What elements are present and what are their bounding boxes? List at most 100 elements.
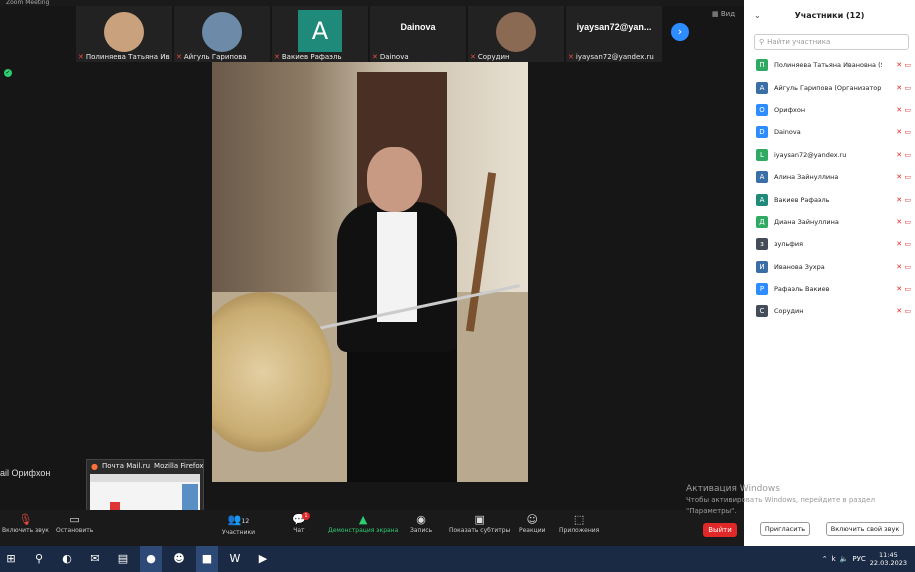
view-label: Вид <box>720 10 736 18</box>
leave-button[interactable]: Выйти <box>703 523 737 537</box>
zoom-icon[interactable]: ■ <box>196 546 218 572</box>
record-label: Запись <box>410 527 433 534</box>
windows-activation-watermark: Активация Windows Чтобы активировать Win… <box>686 484 875 517</box>
avatar: П <box>756 59 768 72</box>
participant-row[interactable]: A Айгуль Гарипова (Организатор) ✕ ▭ <box>744 76 915 98</box>
avatar: И <box>756 260 768 273</box>
mic-off-icon: ✕ <box>470 53 476 61</box>
participant-row[interactable]: О Орифхон ✕ ▭ <box>744 99 915 121</box>
participant-name: зульфия <box>774 240 803 249</box>
mail-icon[interactable]: ✉ <box>84 546 106 572</box>
participant-row[interactable]: Р Рафаэль Вакиев ✕ ▭ <box>744 278 915 300</box>
participant-row[interactable]: A Алина Зайнуллина ✕ ▭ <box>744 166 915 188</box>
participant-row[interactable]: Liyaysan72@yandex.ru ✕ ▭ <box>744 144 915 166</box>
captions-icon: ▣ <box>474 513 485 526</box>
mic-off-icon: ✕ ▭ <box>896 150 911 159</box>
record-icon: ◉ <box>416 513 426 526</box>
panel-title: Участники (12) <box>794 11 865 20</box>
next-page-icon[interactable]: › <box>671 23 689 41</box>
avatar: С <box>756 305 768 318</box>
search-input[interactable]: ⚲ Найти участника <box>754 34 909 50</box>
main-video <box>212 62 528 482</box>
participant-name: Вакиев Рафаэль <box>774 195 830 204</box>
clock[interactable]: 11:45 22.03.2023 <box>870 551 907 567</box>
participants-button[interactable]: 👥12 Участники <box>222 513 255 536</box>
avatar: D <box>756 126 768 139</box>
smile-icon: ☺ <box>526 513 538 526</box>
mic-off-icon: ✕ <box>274 53 280 61</box>
video-app-icon[interactable]: ▶ <box>252 546 274 572</box>
folder-icon[interactable]: ▤ <box>112 546 134 572</box>
participant-row[interactable]: з зульфия ✕ ▭ <box>744 233 915 255</box>
preview-red-block <box>110 502 120 510</box>
word-icon[interactable]: W <box>224 546 246 572</box>
tray-chevron-icon[interactable]: ⌃ <box>822 555 828 563</box>
mute-button[interactable]: 🎙 Включить звук <box>2 513 49 534</box>
stop-video-button[interactable]: ▭ Остановить <box>56 513 93 534</box>
search-icon[interactable]: ⚲ <box>28 546 50 572</box>
thumbnail-5[interactable]: iyaysan72@yan... ✕ iyaysan72@yandex.ru <box>566 6 662 62</box>
participants-panel: ⌄ Участники (12) ⚲ Найти участника П Полиня… <box>744 0 915 546</box>
mute-label: Включить звук <box>2 527 49 534</box>
participant-name: Dainova <box>774 128 801 137</box>
mic-off-icon: ✕ ▭ <box>896 128 911 137</box>
participant-video <box>104 12 144 52</box>
participant-row[interactable]: D Dainova ✕ ▭ <box>744 121 915 143</box>
avatar: A <box>298 10 342 52</box>
thumbnail-strip: ✕Полиняева Татьяна Ивано... ✕Айгуль Гари… <box>76 6 666 62</box>
mic-off-icon: ✕ ▭ <box>896 83 911 92</box>
security-shield-icon[interactable]: ✓ <box>4 69 12 77</box>
invite-button[interactable]: Пригласить <box>760 522 810 536</box>
participant-row[interactable]: П Полиняева Татьяна Ивановна (Я) ✕ ▭ <box>744 54 915 76</box>
participant-list: П Полиняева Татьяна Ивановна (Я) ✕ ▭ A Айгул… <box>744 54 915 323</box>
mic-off-icon: ✕ <box>78 53 84 61</box>
avatar: О <box>756 103 768 116</box>
share-screen-button[interactable]: ▲ Демонстрация экрана <box>328 513 398 534</box>
unmute-self-button[interactable]: Включить свой звук <box>826 522 904 536</box>
chat-button[interactable]: 💬 1 Чат <box>292 512 310 534</box>
participant-name: Орифхон <box>774 105 806 114</box>
participant-row[interactable]: Д Диана Зайнуллина ✕ ▭ <box>744 211 915 233</box>
performer-shirt <box>377 212 417 322</box>
system-tray: ⌃ k 🔈 РУС 11:45 22.03.2023 <box>822 546 907 572</box>
preview-tab1: Почта Mail.ru <box>101 462 151 470</box>
performer-head <box>367 147 422 212</box>
start-icon[interactable]: ⊞ <box>0 546 22 572</box>
participant-row[interactable]: И Иванова Зухра ✕ ▭ <box>744 256 915 278</box>
clock-time: 11:45 <box>879 551 898 559</box>
mic-off-icon: ✕ <box>568 53 574 61</box>
apps-button[interactable]: ⬚ Приложения <box>559 513 599 534</box>
lang-indicator[interactable]: РУС <box>852 555 865 563</box>
tray-k-icon[interactable]: k <box>832 555 836 563</box>
mic-off-icon: ✕ ▭ <box>896 307 911 316</box>
reactions-button[interactable]: ☺ Реакции <box>519 513 546 534</box>
user-icon[interactable]: ☻ <box>168 546 190 572</box>
preview-bar <box>90 474 200 482</box>
participant-row[interactable]: С Сорудин ✕ ▭ <box>744 300 915 322</box>
firefox-icon[interactable]: ● <box>140 546 162 572</box>
captions-button[interactable]: ▣ Показать субтитры <box>449 513 510 534</box>
watermark-line3: "Параметры". <box>686 507 737 515</box>
mic-off-icon: ✕ ▭ <box>896 262 911 271</box>
thumbnail-name: Dainova <box>379 53 409 61</box>
thumbnail-3[interactable]: Dainova ✕ Dainova <box>370 6 466 62</box>
mic-off-icon: ✕ ▭ <box>896 195 911 204</box>
participant-name: iyaysan72@yandex.ru <box>774 150 847 159</box>
chevron-down-icon[interactable]: ⌄ <box>754 0 761 32</box>
thumbnail-1[interactable]: ✕ Айгуль Гарипова <box>174 6 270 62</box>
edge-icon[interactable]: ◐ <box>56 546 78 572</box>
record-button[interactable]: ◉ Запись <box>410 513 432 534</box>
participant-row[interactable]: A Вакиев Рафаэль ✕ ▭ <box>744 188 915 210</box>
thumbnail-0[interactable]: ✕Полиняева Татьяна Ивано... <box>76 6 172 62</box>
mic-off-icon: ✕ ▭ <box>896 61 911 70</box>
view-button[interactable]: ▦ Вид <box>712 10 735 18</box>
participants-icon: 👥12 <box>227 513 250 526</box>
speaker-icon[interactable]: 🔈 <box>840 555 849 563</box>
avatar: A <box>756 171 768 184</box>
thumbnail-2[interactable]: A ✕ Вакиев Рафаэль <box>272 6 368 62</box>
participants-count: 12 <box>241 518 250 525</box>
thumbnail-4[interactable]: ✕ Сорудин <box>468 6 564 62</box>
chat-label: Чат <box>293 527 305 534</box>
share-label: Демонстрация экрана <box>328 527 399 534</box>
reactions-label: Реакции <box>519 527 546 534</box>
